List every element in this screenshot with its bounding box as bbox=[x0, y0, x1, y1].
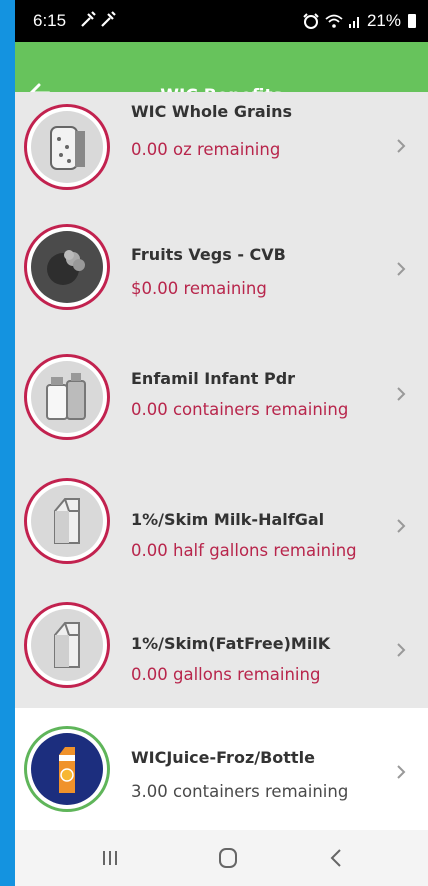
juice-carton-icon bbox=[31, 733, 103, 805]
milk-halfgal-avatar bbox=[24, 478, 110, 564]
benefit-row-enfamil[interactable]: Enfamil Infant Pdr 0.00 containers remai… bbox=[15, 326, 428, 467]
benefit-row-milk-gallon[interactable]: 1%/Skim(FatFree)MilK 0.00 gallons remain… bbox=[15, 590, 428, 709]
fruits-vegs-icon bbox=[31, 231, 103, 303]
milk-gallon-avatar bbox=[24, 602, 110, 688]
benefit-remaining: 3.00 containers remaining bbox=[131, 782, 349, 801]
status-bar: 6:15 21% bbox=[15, 0, 428, 42]
system-nav-bar bbox=[15, 830, 428, 886]
chevron-right-icon bbox=[397, 139, 406, 153]
benefit-name: WIC Whole Grains bbox=[131, 102, 293, 121]
benefit-name: Enfamil Infant Pdr bbox=[131, 369, 296, 388]
battery-icon bbox=[408, 14, 416, 28]
benefit-remaining: 0.00 containers remaining bbox=[131, 400, 349, 419]
system-back-icon[interactable] bbox=[321, 845, 351, 871]
benefit-name: 1%/Skim Milk-HalfGal bbox=[131, 510, 325, 529]
chevron-right-icon bbox=[397, 643, 406, 657]
recent-apps-icon[interactable] bbox=[95, 845, 125, 871]
benefit-name: WICJuice-Froz/Bottle bbox=[131, 748, 315, 767]
whole-grains-avatar bbox=[24, 104, 110, 190]
chevron-right-icon bbox=[397, 387, 406, 401]
fruits-vegs-avatar bbox=[24, 224, 110, 310]
benefit-remaining: $0.00 remaining bbox=[131, 279, 267, 298]
home-icon[interactable] bbox=[214, 845, 244, 871]
benefit-name: Fruits Vegs - CVB bbox=[131, 245, 286, 264]
notification-icons bbox=[80, 10, 120, 33]
milk-carton-icon bbox=[31, 609, 103, 681]
status-right: 21% bbox=[302, 11, 416, 31]
benefit-row-milk-halfgal[interactable]: 1%/Skim Milk-HalfGal 0.00 half gallons r… bbox=[15, 466, 428, 591]
alarm-icon bbox=[303, 13, 319, 29]
chevron-right-icon bbox=[397, 262, 406, 276]
chevron-right-icon bbox=[397, 519, 406, 533]
benefit-row-juice[interactable]: WICJuice-Froz/Bottle 3.00 containers rem… bbox=[15, 708, 428, 831]
chevron-right-icon bbox=[397, 765, 406, 779]
enfamil-avatar bbox=[24, 354, 110, 440]
benefit-remaining: 0.00 gallons remaining bbox=[131, 665, 321, 684]
juice-avatar bbox=[24, 726, 110, 812]
benefit-row-fruits-vegs[interactable]: Fruits Vegs - CVB $0.00 remaining bbox=[15, 209, 428, 327]
infant-formula-icon bbox=[31, 361, 103, 433]
benefit-remaining: 0.00 half gallons remaining bbox=[131, 541, 357, 560]
benefit-remaining: 0.00 oz remaining bbox=[131, 140, 281, 159]
wifi-icon bbox=[325, 14, 343, 28]
battery-percent: 21% bbox=[366, 11, 401, 30]
milk-carton-icon bbox=[31, 485, 103, 557]
signal-icon bbox=[348, 17, 359, 28]
whole-grains-icon bbox=[31, 111, 103, 183]
benefit-row-whole-grains[interactable]: WIC Whole Grains 0.00 oz remaining bbox=[15, 92, 428, 210]
tool-notification-icon bbox=[81, 11, 116, 27]
benefit-name: 1%/Skim(FatFree)MilK bbox=[131, 634, 331, 653]
status-time: 6:15 bbox=[33, 11, 67, 30]
phone-screen: 6:15 21% WIC Whole Grains 0.00 oz remain… bbox=[15, 0, 428, 886]
